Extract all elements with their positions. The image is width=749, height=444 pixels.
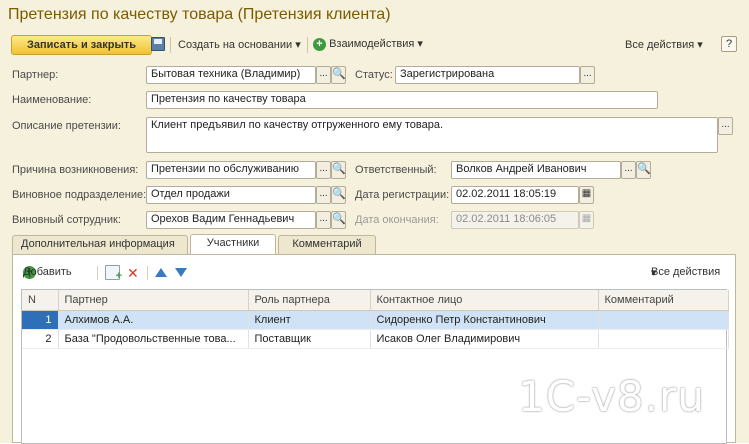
column-header-role[interactable]: Роль партнера [248, 290, 371, 311]
responsible-field[interactable]: Волков Андрей Иванович [451, 161, 621, 179]
row-partner[interactable]: База "Продовольственные това... [58, 329, 249, 349]
row-role[interactable]: Клиент [248, 310, 371, 330]
panel-all-actions-label: Все действия [651, 266, 721, 278]
table-header-row: N Партнер Роль партнера Контактное лицо … [22, 290, 729, 311]
add-participant-label: Добавить [23, 266, 72, 278]
interactions-button[interactable]: + Взаимодействия ▾ [313, 37, 423, 51]
toolbar-separator [307, 37, 308, 53]
row-contact[interactable]: Исаков Олег Владимирович [370, 329, 599, 349]
department-select-button[interactable]: ... [316, 186, 331, 204]
reason-open-icon[interactable]: 🔍 [331, 161, 346, 179]
column-header-number[interactable]: N [22, 290, 59, 311]
help-button[interactable]: ? [721, 36, 737, 52]
row-partner[interactable]: Алхимов А.А. [58, 310, 249, 330]
employee-label: Виновный сотрудник: [12, 214, 121, 226]
create-based-on-label: Создать на основании [178, 39, 293, 51]
column-header-comment[interactable]: Комментарий [598, 290, 729, 311]
row-role[interactable]: Поставщик [248, 329, 371, 349]
toolbar-separator [97, 266, 98, 280]
save-icon[interactable] [151, 37, 165, 51]
chevron-down-icon: ▾ [295, 39, 301, 51]
all-actions-button[interactable]: Все действия ▾ [625, 38, 703, 51]
all-actions-label: Все действия [625, 39, 695, 51]
reason-select-button[interactable]: ... [316, 161, 331, 179]
partner-label: Партнер: [12, 69, 59, 81]
responsible-label: Ответственный: [355, 164, 437, 176]
status-label: Статус: [355, 69, 393, 81]
department-field[interactable]: Отдел продажи [146, 186, 316, 204]
form-toolbar: Записать и закрыть Создать на основании … [8, 34, 741, 56]
row-comment[interactable] [598, 329, 729, 349]
calendar-icon[interactable]: ▦ [579, 186, 594, 204]
site-watermark: 1C-v8.ru [518, 372, 705, 421]
chevron-down-icon: ▾ [697, 39, 703, 51]
tab-comment[interactable]: Комментарий [278, 235, 376, 254]
copy-row-icon[interactable]: + [105, 265, 122, 282]
name-field[interactable]: Претензия по качеству товара [146, 91, 658, 109]
chevron-down-icon: ▾ [417, 38, 423, 50]
tab-additional-info[interactable]: Дополнительная информация [12, 235, 188, 254]
description-field[interactable]: Клиент предъявил по качеству отгруженног… [146, 117, 718, 153]
responsible-open-icon[interactable]: 🔍 [636, 161, 651, 179]
partner-field[interactable]: Бытовая техника (Владимир) [146, 66, 316, 84]
reason-field[interactable]: Претензии по обслуживанию [146, 161, 316, 179]
window-title: Претензия по качеству товара (Претензия … [8, 6, 391, 23]
add-circle-icon: + [313, 37, 326, 51]
end-date-label: Дата окончания: [355, 214, 439, 226]
delete-row-icon[interactable]: ✕ [127, 265, 139, 282]
department-open-icon[interactable]: 🔍 [331, 186, 346, 204]
table-row[interactable]: 1 Алхимов А.А. Клиент Сидоренко Петр Кон… [22, 310, 729, 330]
save-and-close-button[interactable]: Записать и закрыть [11, 35, 152, 55]
department-label: Виновное подразделение: [12, 189, 147, 201]
table-row[interactable]: 2 База "Продовольственные това... Постав… [22, 329, 729, 349]
employee-field[interactable]: Орехов Вадим Геннадьевич [146, 211, 316, 229]
registration-date-field[interactable]: 02.02.2011 18:05:19 [451, 186, 579, 204]
row-number[interactable]: 1 [22, 310, 59, 330]
status-field[interactable]: Зарегистрирована [395, 66, 580, 84]
employee-select-button[interactable]: ... [316, 211, 331, 229]
column-header-partner[interactable]: Партнер [58, 290, 249, 311]
partner-open-icon[interactable]: 🔍 [331, 66, 346, 84]
chevron-down-icon: ▾ [651, 267, 657, 279]
row-comment[interactable] [598, 310, 729, 330]
row-number[interactable]: 2 [22, 329, 59, 349]
registration-date-label: Дата регистрации: [355, 189, 450, 201]
reason-label: Причина возникновения: [12, 164, 139, 176]
status-select-button[interactable]: ... [580, 66, 595, 84]
employee-open-icon[interactable]: 🔍 [331, 211, 346, 229]
description-label: Описание претензии: [12, 120, 121, 132]
row-contact[interactable]: Сидоренко Петр Константинович [370, 310, 599, 330]
toolbar-separator [170, 37, 171, 53]
toolbar-separator [147, 266, 148, 280]
tab-participants[interactable]: Участники [190, 234, 276, 255]
interactions-label: Взаимодействия [329, 38, 415, 50]
partner-select-button[interactable]: ... [316, 66, 331, 84]
responsible-select-button[interactable]: ... [621, 161, 636, 179]
calendar-icon: ▦ [579, 211, 594, 229]
create-based-on-button[interactable]: Создать на основании ▾ [178, 38, 301, 51]
end-date-field: 02.02.2011 18:06:05 [451, 211, 579, 229]
column-header-contact[interactable]: Контактное лицо [370, 290, 599, 311]
name-label: Наименование: [12, 94, 92, 106]
participants-toolbar: + Добавить + ✕ Все действия ▾ [21, 264, 727, 282]
form-window: Претензия по качеству товара (Претензия … [0, 0, 749, 444]
description-edit-button[interactable]: ... [718, 117, 733, 135]
